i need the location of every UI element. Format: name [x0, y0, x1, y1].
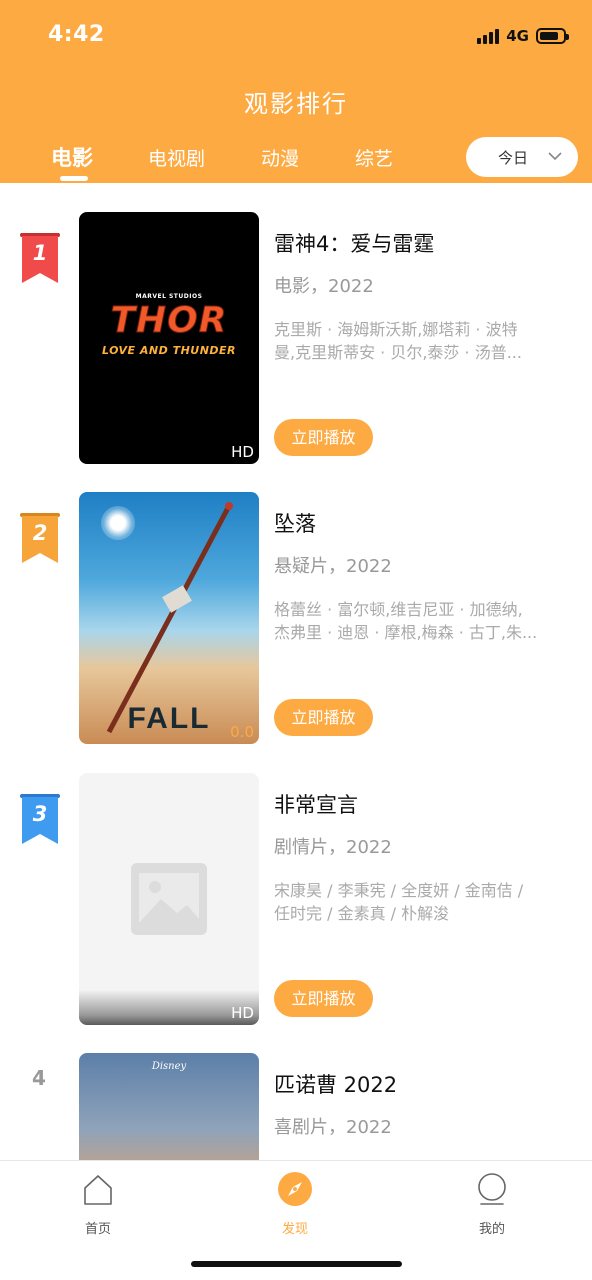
rank-badge: 1 [20, 233, 60, 285]
rating-badge: 0.0 [230, 723, 254, 741]
compass-icon [278, 1172, 312, 1206]
tab-tv-series[interactable]: 电视剧 [148, 144, 205, 171]
home-icon [84, 1175, 112, 1205]
page-title: 观影排行 [244, 90, 348, 118]
rank-badge: 2 [20, 513, 60, 565]
movie-cast: 克里斯 · 海姆斯沃斯,娜塔莉 · 波特 曼,克里斯蒂安 · 贝尔,泰莎 · 汤… [274, 320, 522, 362]
tab-indicator [60, 176, 88, 181]
studio-label: MARVEL STUDIOS [135, 293, 203, 300]
quality-badge: HD [231, 443, 254, 461]
status-time: 4:42 [48, 22, 105, 47]
network-type: 4G [506, 27, 529, 45]
list-item[interactable]: 2 FALL 0.0 坠落 悬疑片，2022 格蕾丝 · 富尔顿,维吉尼亚 · … [0, 463, 592, 744]
play-button[interactable]: 立即播放 [274, 699, 373, 736]
ranking-list: 1 MARVEL STUDIOS THOR LOVE AND THUNDER H… [0, 183, 592, 1160]
list-item[interactable]: 3 HD 非常宣言 剧情片，2022 宋康昊 / 李秉宪 / 全度妍 / 金南佶… [0, 744, 592, 1025]
tab-variety[interactable]: 综艺 [355, 144, 393, 171]
list-item[interactable]: 1 MARVEL STUDIOS THOR LOVE AND THUNDER H… [0, 183, 592, 464]
play-button[interactable]: 立即播放 [274, 980, 373, 1017]
quality-badge: HD [231, 1004, 254, 1022]
date-filter-select[interactable]: 今日 [466, 137, 578, 177]
studio-logo: Disney [151, 1061, 187, 1072]
movie-logo-subtitle: LOVE AND THUNDER [101, 344, 237, 357]
list-item[interactable]: 4 Disney 匹诺曹 2022 喜剧片，2022 [0, 1024, 592, 1160]
movie-title[interactable]: 雷神4：爱与雷霆 [274, 228, 434, 258]
movie-meta: 剧情片，2022 [274, 837, 392, 858]
play-button[interactable]: 立即播放 [274, 419, 373, 456]
movie-logo-title: THOR [110, 300, 228, 342]
poster-placeholder[interactable]: HD [79, 773, 259, 1025]
poster-fall[interactable]: FALL 0.0 [79, 492, 259, 744]
status-icons: 4G [477, 26, 569, 46]
home-indicator [191, 1261, 402, 1267]
category-tabs: 电影 电视剧 动漫 综艺 [0, 140, 460, 180]
tab-movie[interactable]: 电影 [51, 142, 93, 172]
movie-cast: 格蕾丝 · 富尔顿,维吉尼亚 · 加德纳, 杰弗里 · 迪恩 · 摩根,梅森 ·… [274, 600, 538, 642]
movie-title[interactable]: 匹诺曹 2022 [274, 1069, 397, 1099]
image-placeholder-icon [131, 863, 207, 935]
tabbar-item-home[interactable]: 首页 [58, 1171, 138, 1237]
profile-icon [478, 1173, 506, 1205]
battery-icon [536, 28, 569, 44]
movie-meta: 悬疑片，2022 [274, 556, 392, 577]
tab-anime[interactable]: 动漫 [261, 144, 299, 171]
movie-meta: 喜剧片，2022 [274, 1117, 392, 1138]
header: 4:42 4G 观影排行 电影 电视剧 动漫 综艺 今日 [0, 0, 592, 183]
movie-meta: 电影，2022 [274, 276, 374, 297]
signal-icon [477, 28, 500, 44]
tabbar-item-profile[interactable]: 我的 [452, 1171, 532, 1237]
chevron-down-icon [548, 152, 562, 161]
poster-pinocchio[interactable]: Disney [79, 1053, 259, 1160]
rank-badge: 3 [20, 794, 60, 846]
movie-title[interactable]: 非常宣言 [274, 789, 358, 819]
movie-cast: 宋康昊 / 李秉宪 / 全度妍 / 金南佶 / 任时完 / 金素真 / 朴解浚 [274, 881, 524, 923]
rank-number: 4 [32, 1066, 46, 1090]
date-filter-label: 今日 [498, 149, 529, 167]
movie-title[interactable]: 坠落 [274, 508, 316, 538]
poster-thor[interactable]: MARVEL STUDIOS THOR LOVE AND THUNDER HD [79, 212, 259, 464]
tabbar-item-discover[interactable]: 发现 [255, 1171, 335, 1237]
